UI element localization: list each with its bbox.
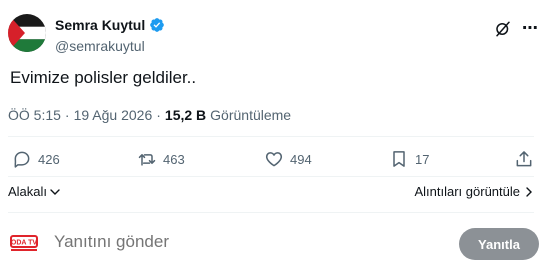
tweet-meta: ÖÖ 5:15 · 19 Ağu 2026 · 15,2 B Görüntüle…: [8, 107, 291, 123]
view-quotes-link[interactable]: Alıntıları görüntüle: [414, 184, 534, 199]
views-label: Görüntüleme: [210, 107, 292, 123]
author-name-row[interactable]: Semra Kuytul: [55, 17, 165, 33]
palestine-flag-avatar: [8, 14, 46, 52]
verified-badge-icon: [150, 18, 165, 32]
more-options-icon[interactable]: ⋯: [522, 18, 539, 38]
repost-count: 463: [163, 151, 185, 167]
share-icon: [516, 151, 532, 167]
reply-input[interactable]: [54, 232, 434, 252]
tweet-time[interactable]: ÖÖ 5:15: [8, 107, 61, 123]
divider-bottom: [8, 212, 534, 213]
reply-user-avatar: ODA TV: [8, 230, 42, 258]
heart-icon: [265, 152, 283, 167]
author-avatar[interactable]: [8, 14, 46, 52]
author-display-name[interactable]: Semra Kuytul: [55, 17, 145, 33]
tweet-date[interactable]: 19 Ağu 2026: [74, 107, 153, 123]
share-action[interactable]: [514, 149, 534, 169]
divider-top: [8, 136, 534, 137]
bookmark-action[interactable]: 17: [389, 149, 429, 169]
like-count: 494: [290, 151, 312, 167]
meta-separator: ·: [64, 107, 70, 123]
repost-action[interactable]: 463: [137, 149, 185, 169]
like-action[interactable]: 494: [264, 149, 312, 169]
oda-tv-logo-icon: ODA TV: [10, 235, 38, 251]
reply-count: 426: [38, 151, 60, 167]
meta-separator: ·: [156, 107, 161, 123]
reply-icon: [14, 151, 30, 168]
divider-middle: [8, 176, 534, 177]
reply-button[interactable]: Yanıtla: [459, 228, 539, 260]
view-quotes-label: Alıntıları görüntüle: [414, 184, 520, 199]
reply-action[interactable]: 426: [12, 149, 60, 169]
bookmark-icon: [393, 151, 405, 167]
chevron-right-icon: [526, 186, 532, 197]
oda-tv-logo-text: ODA TV: [11, 240, 38, 247]
repost-icon: [138, 154, 156, 166]
chevron-down-icon: [50, 188, 60, 195]
bookmark-count: 17: [415, 151, 430, 167]
tweet-text: Evimize polisler geldiler..: [10, 68, 197, 87]
related-label: Alakalı: [8, 184, 48, 199]
views-count: 15,2 B: [164, 107, 207, 123]
grok-icon[interactable]: [494, 20, 512, 38]
author-handle[interactable]: @semrakuytul: [55, 38, 145, 54]
related-link[interactable]: Alakalı: [8, 184, 61, 199]
